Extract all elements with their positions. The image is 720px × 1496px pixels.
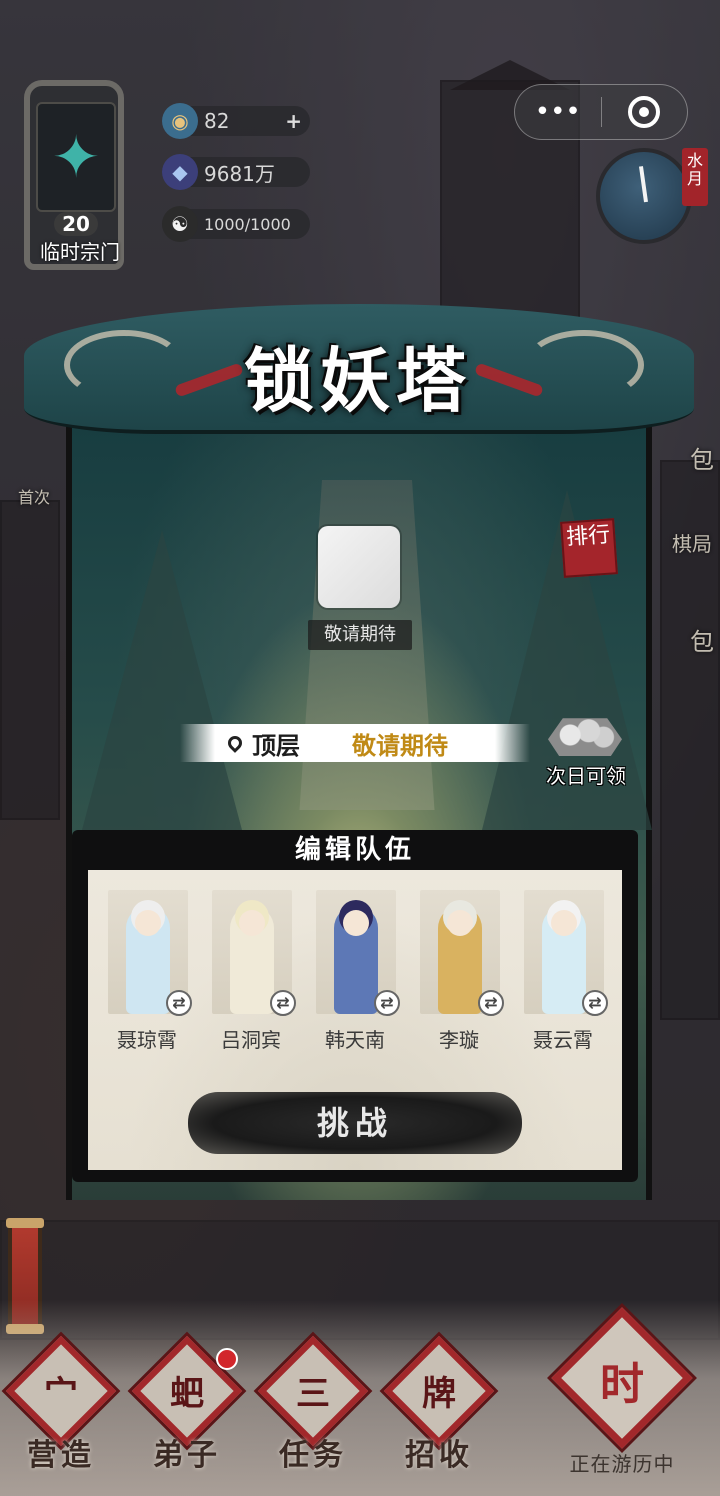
cloud-swirl-icon [64,330,184,400]
resource-stamina[interactable]: ☯ 1000/1000 [162,206,310,242]
location-pin-icon [225,733,245,753]
resource-value: 9681万 [204,161,275,186]
swap-icon[interactable]: ⇄ [582,990,608,1016]
travel-button[interactable]: 时 正在游历中 [551,1307,693,1488]
nav-disciples[interactable]: 蚆 弟子 [130,1335,243,1496]
challenge-button[interactable]: 挑战 [188,1092,522,1154]
disciple-icon: 蚆 [170,1374,204,1414]
member-name: 李璇 [439,1028,479,1052]
team-member[interactable]: ⇄ 聂琼霄 [100,890,194,1060]
nav-label: 营造 [27,1438,95,1473]
resource-value: 82 [204,109,230,133]
time-clock[interactable] [596,148,692,244]
floor-boss-caption: 敬请期待 [308,620,412,650]
lock-demon-tower-modal: 锁妖塔 排行 敬请期待 顶层 敬请期待 次日可领 编辑队伍 ⇄ 聂琼霄 ⇄ 吕洞… [24,304,694,1200]
sect-name: 临时宗门 [40,240,120,264]
floor-boss-icon [318,526,400,608]
floor-value: 敬请期待 [352,731,448,760]
floor-label: 顶层 [252,731,300,760]
member-name: 韩天南 [325,1028,385,1052]
clock-hand [639,166,648,203]
gem-icon: ◆ [162,154,198,190]
more-button[interactable]: ••• [515,85,601,139]
recruit-icon: 牌 [422,1374,456,1414]
team-members: ⇄ 聂琼霄 ⇄ 吕洞宾 ⇄ 韩天南 ⇄ 李璇 ⇄ 聂云霄 [100,890,610,1060]
silver-pile-icon [548,718,622,756]
nav-recruit[interactable]: 牌 招收 [382,1335,495,1496]
sect-badge[interactable]: ✦ 20 临时宗门 [10,66,138,270]
nav-build[interactable]: 宀 营造 [4,1335,117,1496]
side-label-bag: 包 [690,446,714,474]
member-name: 聂云霄 [533,1028,593,1052]
swap-icon[interactable]: ⇄ [478,990,504,1016]
mini-program-capsule: ••• [514,84,688,140]
sword-emblem-icon: ✦ [36,102,116,212]
resource-spirit[interactable]: ◉ 82 + [162,103,310,139]
build-icon: 宀 [44,1374,78,1414]
more-icon: ••• [534,97,581,127]
sect-level: 20 [54,212,98,236]
side-label-first: 首次 [18,488,51,507]
team-panel: 编辑队伍 ⇄ 聂琼霄 ⇄ 吕洞宾 ⇄ 韩天南 ⇄ 李璇 ⇄ 聂云霄 挑战 [72,830,638,1182]
resource-gem[interactable]: ◆ 9681万 [162,154,310,190]
time-icon: 时 [600,1359,644,1410]
clock-tag: 水月 [682,148,708,206]
floor-strip: 顶层 敬请期待 [180,724,530,762]
mountain [82,530,242,830]
ranking-button[interactable]: 排行 [560,518,618,578]
swap-icon[interactable]: ⇄ [270,990,296,1016]
nav-label: 任务 [279,1438,347,1473]
target-icon [628,96,661,128]
notification-dot [216,1348,238,1370]
modal-title: 锁妖塔 [244,339,472,422]
spirit-orb-icon: ◉ [162,103,198,139]
team-member[interactable]: ⇄ 聂云霄 [516,890,610,1060]
close-button[interactable] [602,85,688,139]
resource-value: 1000/1000 [204,214,291,234]
team-body: ⇄ 聂琼霄 ⇄ 吕洞宾 ⇄ 韩天南 ⇄ 李璇 ⇄ 聂云霄 挑战 [88,870,622,1170]
character-portrait [230,906,274,1014]
nav-label: 弟子 [153,1438,221,1473]
team-member[interactable]: ⇄ 吕洞宾 [204,890,298,1060]
character-portrait [334,906,378,1014]
team-member[interactable]: ⇄ 李璇 [412,890,506,1060]
character-portrait [126,906,170,1014]
daily-reward[interactable]: 次日可领 [538,714,634,788]
side-label-chess: 棋局 [672,532,712,556]
character-portrait [438,906,482,1014]
yin-yang-icon: ☯ [162,206,198,242]
travel-status: 正在游历中 [569,1452,675,1476]
team-header[interactable]: 编辑队伍 [72,830,638,870]
swap-icon[interactable]: ⇄ [374,990,400,1016]
character-portrait [542,906,586,1014]
team-member[interactable]: ⇄ 韩天南 [308,890,402,1060]
member-name: 聂琼霄 [117,1028,177,1052]
swap-icon[interactable]: ⇄ [166,990,192,1016]
reward-text: 次日可领 [546,764,626,788]
nav-tasks[interactable]: 三 任务 [256,1335,369,1496]
add-icon[interactable]: + [285,109,302,133]
task-icon: 三 [296,1374,330,1414]
nav-label: 招收 [405,1438,473,1473]
side-label-bag-2: 包 [690,628,714,656]
member-name: 吕洞宾 [221,1028,281,1052]
